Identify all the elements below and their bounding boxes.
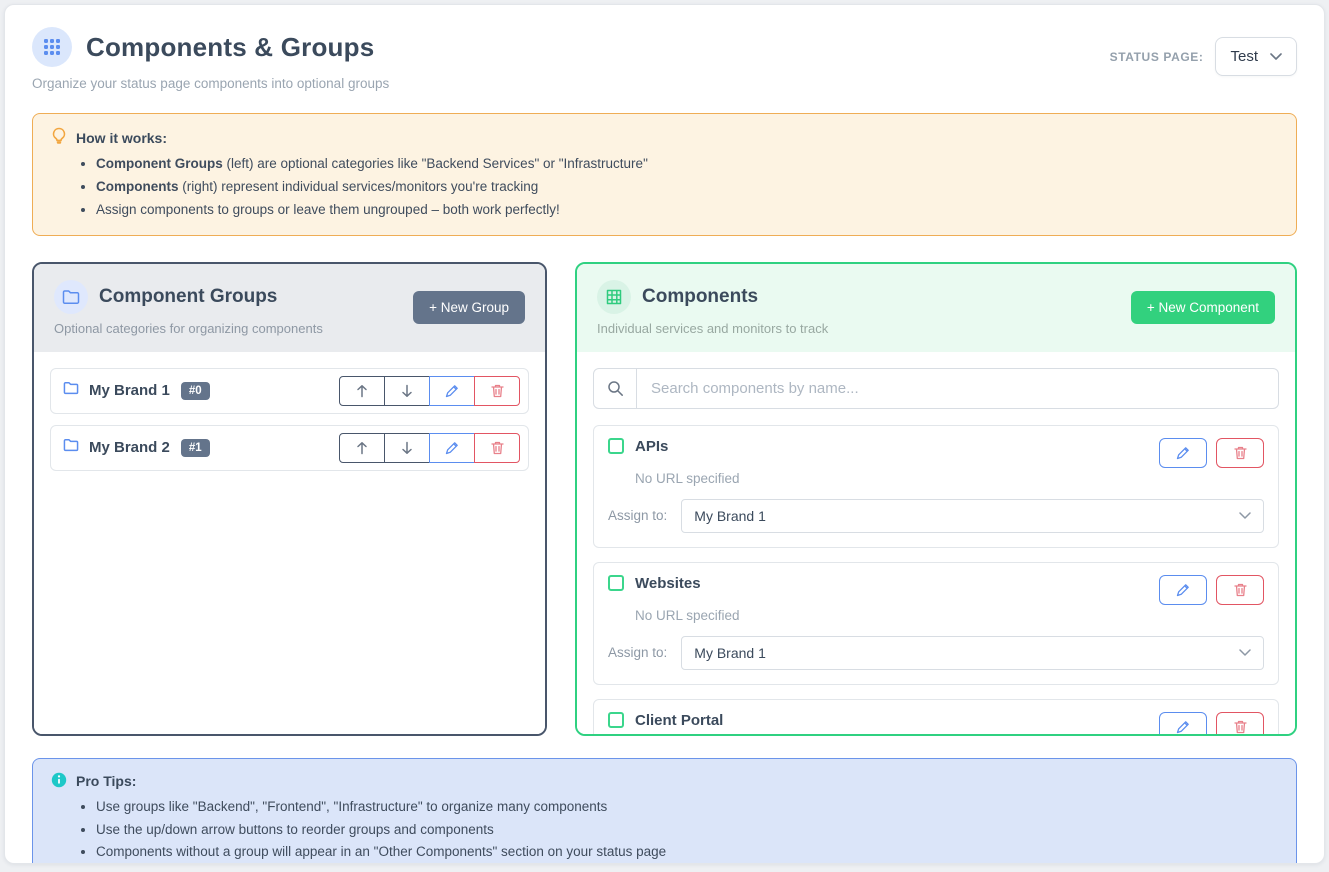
chevron-down-icon bbox=[1239, 512, 1251, 520]
chevron-down-icon bbox=[1239, 649, 1251, 657]
page-subtitle: Organize your status page components int… bbox=[32, 76, 389, 91]
pencil-icon bbox=[1176, 583, 1190, 597]
component-groups-panel: Component Groups Optional categories for… bbox=[32, 262, 547, 736]
status-page-switcher: STATUS PAGE: Test bbox=[1110, 37, 1297, 76]
search-icon bbox=[593, 368, 637, 409]
assign-to-label: Assign to: bbox=[608, 645, 667, 660]
delete-group-button[interactable] bbox=[474, 376, 520, 406]
delete-group-button[interactable] bbox=[474, 433, 520, 463]
group-name: My Brand 1 bbox=[89, 382, 170, 399]
assign-group-select[interactable]: My Brand 1 bbox=[681, 636, 1264, 670]
how-it-works-title: How it works: bbox=[76, 130, 167, 146]
delete-component-button[interactable] bbox=[1216, 575, 1264, 605]
groups-panel-subtitle: Optional categories for organizing compo… bbox=[54, 321, 323, 336]
edit-component-button[interactable] bbox=[1159, 575, 1207, 605]
how-it-works-box: How it works: Component Groups (left) ar… bbox=[32, 113, 1297, 236]
components-panel-subtitle: Individual services and monitors to trac… bbox=[597, 321, 828, 336]
group-row: My Brand 1 #0 bbox=[50, 368, 529, 414]
component-url-status: No URL specified bbox=[635, 608, 1264, 623]
list-item: Components (right) represent individual … bbox=[96, 178, 1278, 197]
panels-row: Component Groups Optional categories for… bbox=[32, 262, 1297, 736]
move-up-button[interactable] bbox=[339, 376, 385, 406]
move-down-button[interactable] bbox=[384, 376, 430, 406]
edit-component-button[interactable] bbox=[1159, 438, 1207, 468]
components-panel: Components Individual services and monit… bbox=[575, 262, 1297, 736]
components-grid-icon bbox=[32, 27, 72, 67]
trash-icon bbox=[1234, 446, 1247, 460]
group-name: My Brand 2 bbox=[89, 439, 170, 456]
list-item: Component Groups (left) are optional cat… bbox=[96, 155, 1278, 174]
status-page-value: Test bbox=[1230, 48, 1258, 65]
assign-group-select[interactable]: My Brand 1 bbox=[681, 499, 1264, 533]
assigned-group-value: My Brand 1 bbox=[694, 645, 766, 661]
how-it-works-list: Component Groups (left) are optional cat… bbox=[51, 155, 1278, 220]
arrow-down-icon bbox=[401, 441, 413, 455]
component-checkbox[interactable] bbox=[608, 575, 624, 591]
components-panel-title: Components bbox=[642, 286, 758, 308]
trash-icon bbox=[1234, 583, 1247, 597]
arrow-down-icon bbox=[401, 384, 413, 398]
pencil-icon bbox=[1176, 720, 1190, 734]
edit-group-button[interactable] bbox=[429, 376, 475, 406]
main-card: Components & Groups Organize your status… bbox=[4, 4, 1325, 864]
new-group-button[interactable]: + New Group bbox=[413, 291, 525, 324]
pro-tips-list: Use groups like "Backend", "Frontend", "… bbox=[51, 798, 1278, 863]
list-item: Components without a group will appear i… bbox=[96, 843, 1278, 862]
groups-panel-header: Component Groups Optional categories for… bbox=[34, 264, 545, 352]
list-item: Use the up/down arrow buttons to reorder… bbox=[96, 821, 1278, 840]
folder-icon bbox=[63, 381, 79, 400]
grid-icon bbox=[597, 280, 631, 314]
component-search bbox=[593, 368, 1279, 409]
component-card: Websites No URL specified Assign to: My … bbox=[593, 562, 1279, 685]
edit-group-button[interactable] bbox=[429, 433, 475, 463]
trash-icon bbox=[1234, 720, 1247, 734]
chevron-down-icon bbox=[1270, 53, 1282, 61]
pencil-icon bbox=[445, 441, 459, 455]
groups-list: My Brand 1 #0 My Bra bbox=[34, 352, 545, 734]
status-page-label: STATUS PAGE: bbox=[1110, 50, 1204, 64]
group-order-badge: #1 bbox=[181, 439, 210, 457]
component-name: Websites bbox=[635, 575, 701, 592]
component-card: Client Portal No URL specified Assign to… bbox=[593, 699, 1279, 734]
pencil-icon bbox=[445, 384, 459, 398]
arrow-up-icon bbox=[356, 384, 368, 398]
groups-panel-title: Component Groups bbox=[99, 286, 277, 308]
folder-icon bbox=[63, 438, 79, 457]
new-component-button[interactable]: + New Component bbox=[1131, 291, 1275, 324]
component-card: APIs No URL specified Assign to: My Bran… bbox=[593, 425, 1279, 548]
folder-icon bbox=[54, 280, 88, 314]
move-up-button[interactable] bbox=[339, 433, 385, 463]
list-item: Use groups like "Backend", "Frontend", "… bbox=[96, 798, 1278, 817]
lightbulb-icon bbox=[51, 127, 67, 148]
pencil-icon bbox=[1176, 446, 1190, 460]
page-title: Components & Groups bbox=[86, 32, 374, 63]
components-list: APIs No URL specified Assign to: My Bran… bbox=[577, 352, 1295, 734]
pro-tips-title: Pro Tips: bbox=[76, 773, 136, 789]
delete-component-button[interactable] bbox=[1216, 712, 1264, 734]
trash-icon bbox=[491, 441, 504, 455]
page-header: Components & Groups Organize your status… bbox=[32, 27, 1297, 91]
assign-to-label: Assign to: bbox=[608, 508, 667, 523]
component-name: APIs bbox=[635, 438, 668, 455]
page-header-left: Components & Groups Organize your status… bbox=[32, 27, 389, 91]
components-panel-header: Components Individual services and monit… bbox=[577, 264, 1295, 352]
assigned-group-value: My Brand 1 bbox=[694, 508, 766, 524]
edit-component-button[interactable] bbox=[1159, 712, 1207, 734]
trash-icon bbox=[491, 384, 504, 398]
list-item: Assign components to groups or leave the… bbox=[96, 201, 1278, 220]
info-icon bbox=[51, 772, 67, 791]
group-row: My Brand 2 #1 bbox=[50, 425, 529, 471]
delete-component-button[interactable] bbox=[1216, 438, 1264, 468]
component-url-status: No URL specified bbox=[635, 471, 1264, 486]
arrow-up-icon bbox=[356, 441, 368, 455]
search-input[interactable] bbox=[637, 368, 1279, 409]
status-page-select[interactable]: Test bbox=[1215, 37, 1297, 76]
component-checkbox[interactable] bbox=[608, 712, 624, 728]
move-down-button[interactable] bbox=[384, 433, 430, 463]
pro-tips-box: Pro Tips: Use groups like "Backend", "Fr… bbox=[32, 758, 1297, 864]
component-name: Client Portal bbox=[635, 712, 723, 729]
component-checkbox[interactable] bbox=[608, 438, 624, 454]
group-order-badge: #0 bbox=[181, 382, 210, 400]
